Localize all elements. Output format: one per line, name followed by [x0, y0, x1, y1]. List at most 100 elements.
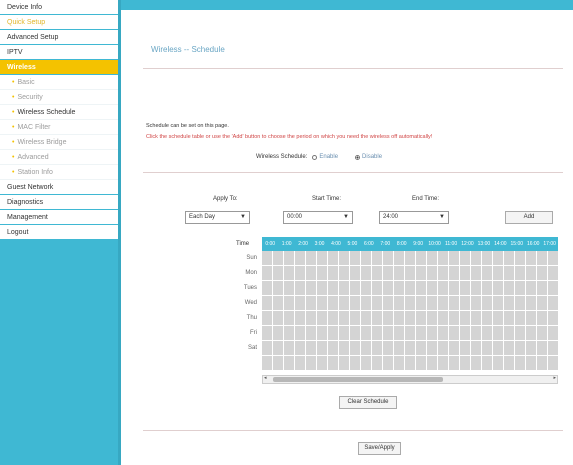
sidebar-item-label: Wireless Bridge — [17, 139, 67, 146]
sidebar-item-quick-setup[interactable]: Quick Setup — [0, 15, 118, 30]
day-label: Wed — [244, 300, 257, 306]
hour-label: 11:00 — [444, 241, 458, 247]
sidebar-item-label: Quick Setup — [7, 19, 46, 26]
sidebar-item-label: Basic — [17, 79, 35, 86]
sidebar-item-label: Diagnostics — [7, 199, 44, 206]
sidebar-item-device-info[interactable]: Device Info — [0, 0, 118, 15]
bullet-icon: • — [12, 94, 15, 101]
sidebar-item-security[interactable]: • Security — [0, 90, 118, 105]
sidebar-item-label: Security — [17, 94, 43, 101]
horizontal-scrollbar[interactable]: ◂ ▸ — [262, 375, 558, 384]
hour-label: 4:00 — [331, 241, 341, 247]
sidebar-item-iptv[interactable]: IPTV — [0, 45, 118, 60]
sidebar-item-label: Advanced Setup — [7, 34, 59, 41]
hour-label: 9:00 — [413, 241, 424, 247]
day-label: Mon — [245, 270, 257, 276]
sidebar-item-diagnostics[interactable]: Diagnostics — [0, 195, 118, 210]
save-apply-button[interactable]: Save/Apply — [358, 442, 401, 455]
sidebar-item-management[interactable]: Management — [0, 210, 118, 225]
divider — [143, 68, 563, 69]
end-time-value: 24:00 — [383, 214, 399, 220]
sidebar-item-station-info[interactable]: • Station Info — [0, 165, 118, 180]
sidebar-item-label: Wireless Schedule — [17, 109, 76, 116]
dropdown-arrow-icon: ▼ — [240, 214, 246, 220]
page-title: Wireless -- Schedule — [151, 45, 225, 54]
day-label: Fri — [250, 330, 257, 336]
top-bar — [121, 0, 573, 10]
bullet-icon: • — [12, 79, 15, 86]
hour-label: 1:00 — [281, 241, 292, 247]
add-button[interactable]: Add — [505, 211, 553, 224]
clear-schedule-button[interactable]: Clear Schedule — [339, 396, 397, 409]
sidebar: Device Info Quick Setup Advanced Setup IPTV… — [0, 0, 121, 465]
bullet-icon: • — [12, 154, 15, 161]
start-time-value: 00:00 — [287, 214, 303, 220]
hour-label: 8:00 — [396, 241, 407, 247]
sidebar-item-wireless-bridge[interactable]: • Wireless Bridge — [0, 135, 118, 150]
time-label: Time — [236, 241, 250, 247]
hour-label: 6:00 — [363, 241, 374, 247]
schedule-instruction: Click the schedule table or use the 'Add… — [146, 134, 433, 140]
sidebar-item-wireless[interactable]: Wireless — [0, 60, 118, 75]
start-time-select[interactable]: 00:00 ▼ — [283, 211, 353, 224]
hour-label: 17:00 — [543, 241, 556, 247]
hour-label: 10:00 — [428, 241, 441, 247]
sidebar-item-label: IPTV — [7, 49, 23, 56]
hour-label: 14:00 — [494, 241, 507, 247]
bullet-icon: • — [12, 109, 15, 116]
hour-label: 2:00 — [298, 241, 308, 247]
wireless-schedule-label: Wireless Schedule: — [256, 154, 308, 160]
hour-label: 16:00 — [526, 241, 540, 247]
day-labels: Sun Mon Tues Wed Thu Fri Sat — [228, 251, 257, 356]
divider — [143, 172, 563, 173]
radio-selected-icon — [355, 154, 361, 160]
day-label: Sun — [246, 255, 257, 261]
end-time-select[interactable]: 24:00 ▼ — [379, 211, 449, 224]
hour-label: 0:00 — [265, 241, 276, 247]
day-label: Sat — [247, 345, 257, 351]
sidebar-item-label: Guest Network — [7, 184, 54, 191]
bullet-icon: • — [12, 169, 15, 176]
scrollbar-thumb[interactable] — [273, 377, 443, 382]
sidebar-item-guest-network[interactable]: Guest Network — [0, 180, 118, 195]
sidebar-item-label: Device Info — [7, 4, 43, 11]
schedule-grid[interactable] — [262, 251, 558, 371]
sidebar-item-label: Station Info — [17, 169, 53, 176]
dropdown-arrow-icon: ▼ — [439, 214, 445, 220]
sidebar-item-logout[interactable]: Logout — [0, 225, 118, 240]
hour-label: 3:00 — [314, 241, 325, 247]
hour-label: 13:00 — [477, 241, 491, 247]
bullet-icon: • — [12, 139, 15, 146]
bullet-icon: • — [12, 124, 15, 131]
disable-label: Disable — [362, 154, 383, 160]
end-time-label: End Time: — [412, 196, 440, 202]
scroll-left-icon[interactable]: ◂ — [264, 375, 267, 381]
hour-label: 5:00 — [347, 241, 358, 247]
day-label: Thu — [246, 315, 257, 321]
sidebar-item-label: Advanced — [17, 154, 49, 161]
sidebar-item-basic[interactable]: • Basic — [0, 75, 118, 90]
time-header: 0:00 1:00 2:00 3:00 4:00 5:00 6:00 7:00 8:00 9:00… — [262, 237, 558, 251]
dropdown-arrow-icon: ▼ — [343, 214, 349, 220]
radio-circle-icon — [312, 154, 318, 160]
schedule-note: Schedule can be set on this page. — [146, 123, 229, 129]
apply-to-value: Each Day — [189, 214, 216, 220]
disable-radio[interactable]: Disable — [355, 154, 382, 160]
sidebar-item-advanced[interactable]: • Advanced — [0, 150, 118, 165]
enable-label: Enable — [319, 154, 339, 160]
start-time-label: Start Time: — [312, 196, 342, 202]
hour-label: 15:00 — [510, 241, 524, 247]
hour-label: 7:00 — [380, 241, 391, 247]
apply-to-select[interactable]: Each Day ▼ — [185, 211, 250, 224]
sidebar-item-advanced-setup[interactable]: Advanced Setup — [0, 30, 118, 45]
sidebar-item-label: Logout — [7, 229, 29, 236]
day-label: Tues — [243, 285, 257, 291]
divider — [143, 430, 563, 431]
scroll-right-icon[interactable]: ▸ — [553, 375, 556, 381]
apply-to-label: Apply To: — [213, 196, 238, 202]
enable-radio[interactable]: Enable — [312, 154, 338, 160]
sidebar-item-label: Wireless — [7, 64, 36, 71]
sidebar-item-label: MAC Filter — [17, 124, 51, 131]
sidebar-item-mac-filter[interactable]: • MAC Filter — [0, 120, 118, 135]
sidebar-item-wireless-schedule[interactable]: • Wireless Schedule — [0, 105, 118, 120]
